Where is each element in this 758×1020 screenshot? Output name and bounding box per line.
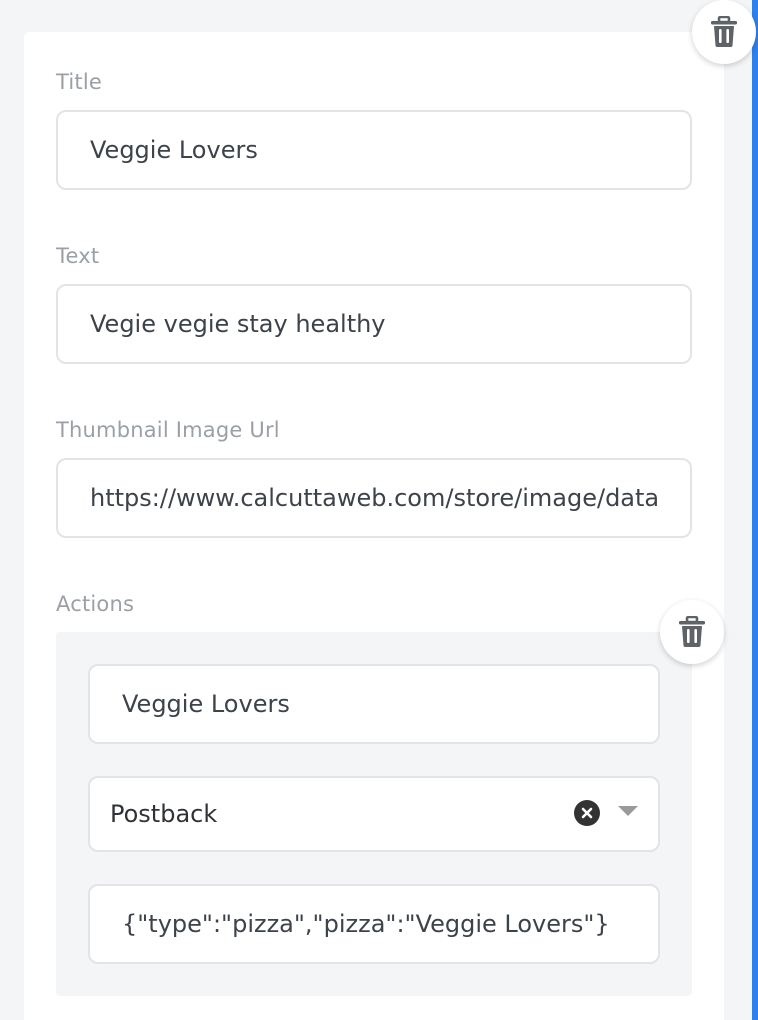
delete-card-button[interactable]: [692, 0, 756, 64]
delete-action-button[interactable]: [660, 600, 724, 664]
title-input-value: Veggie Lovers: [90, 136, 258, 164]
clear-x-icon: [581, 807, 593, 819]
actions-label: Actions: [56, 592, 135, 616]
text-input-value: Vegie vegie stay healthy: [90, 310, 386, 338]
text-label: Text: [56, 244, 100, 268]
trash-icon: [711, 16, 737, 47]
action-type-select[interactable]: Postback: [88, 776, 660, 852]
action-label-input[interactable]: Veggie Lovers: [88, 664, 660, 744]
title-input[interactable]: Veggie Lovers: [56, 110, 692, 190]
thumbnail-url-input[interactable]: https://www.calcuttaweb.com/store/image/…: [56, 458, 692, 538]
thumbnail-url-value: https://www.calcuttaweb.com/store/image/…: [90, 484, 658, 512]
action-payload-value: {"type":"pizza","pizza":"Veggie Lovers"}: [122, 910, 610, 938]
chevron-down-icon[interactable]: [618, 806, 638, 816]
trash-icon: [679, 616, 705, 647]
panel-edge: [752, 0, 758, 1020]
clear-selection-button[interactable]: [574, 800, 600, 826]
action-payload-input[interactable]: {"type":"pizza","pizza":"Veggie Lovers"}: [88, 884, 660, 964]
action-label-value: Veggie Lovers: [122, 690, 290, 718]
card-editor-page: Title Veggie Lovers Text Vegie vegie sta…: [0, 0, 758, 1020]
action-type-value: Postback: [110, 800, 218, 828]
text-input[interactable]: Vegie vegie stay healthy: [56, 284, 692, 364]
title-label: Title: [56, 70, 103, 94]
thumbnail-url-label: Thumbnail Image Url: [56, 418, 280, 442]
